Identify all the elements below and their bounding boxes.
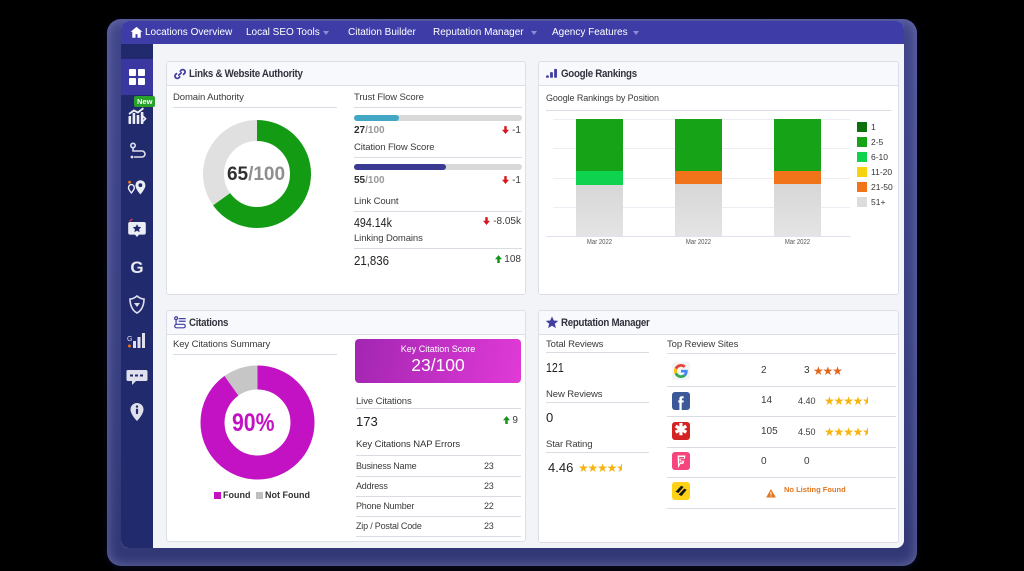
svg-text:G: G	[127, 336, 132, 343]
